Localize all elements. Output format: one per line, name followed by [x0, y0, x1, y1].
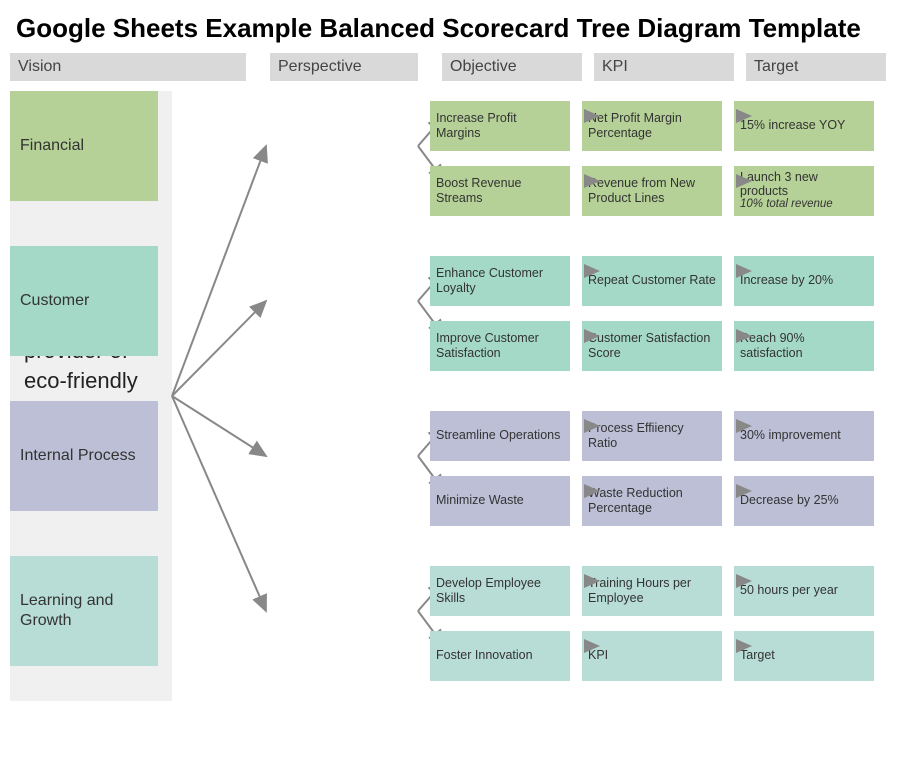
header-objective: Objective: [442, 53, 582, 81]
cell-text: Minimize Waste: [436, 493, 564, 507]
cell-text: Streamline Operations: [436, 428, 564, 442]
cell-text: KPI: [588, 648, 716, 662]
target-cell: 30% improvement: [734, 411, 874, 461]
kpi-cell: Training Hours per Employee: [582, 566, 722, 616]
scorecard-row: Minimize Waste Waste Reduction Percentag…: [430, 476, 874, 526]
header-target: Target: [746, 53, 886, 81]
cell-subtext: 10% total revenue: [740, 198, 868, 211]
diagram-body: To become the leading provider of eco-fr…: [0, 81, 898, 91]
target-cell: 15% increase YOY: [734, 101, 874, 151]
column-headers: Vision Perspective Objective KPI Target: [0, 53, 898, 81]
scorecard-row: Enhance Customer Loyalty Repeat Customer…: [430, 256, 874, 306]
objective-cell: Foster Innovation: [430, 631, 570, 681]
page-title: Google Sheets Example Balanced Scorecard…: [0, 0, 898, 53]
scorecard-row: Increase Profit Margins Net Profit Margi…: [430, 101, 874, 151]
target-cell: Reach 90% satisfaction: [734, 321, 874, 371]
target-cell: Increase by 20%: [734, 256, 874, 306]
cell-text: Develop Employee Skills: [436, 576, 564, 605]
scorecard-row: Boost Revenue Streams Revenue from New P…: [430, 166, 874, 216]
cell-text: 30% improvement: [740, 428, 868, 442]
cell-text: Reach 90% satisfaction: [740, 331, 868, 360]
perspective-financial: Financial: [10, 91, 158, 201]
scorecard-row: Streamline Operations Process Effiiency …: [430, 411, 874, 461]
kpi-cell: Process Effiiency Ratio: [582, 411, 722, 461]
target-cell: Decrease by 25%: [734, 476, 874, 526]
kpi-cell: Net Profit Margin Percentage: [582, 101, 722, 151]
scorecard-row: Foster Innovation KPI Target: [430, 631, 874, 681]
objective-cell: Boost Revenue Streams: [430, 166, 570, 216]
cell-text: Decrease by 25%: [740, 493, 868, 507]
cell-text: Process Effiiency Ratio: [588, 421, 716, 450]
cell-text: Waste Reduction Percentage: [588, 486, 716, 515]
scorecard-row: Improve Customer Satisfaction Customer S…: [430, 321, 874, 371]
perspective-label: Learning and Growth: [20, 591, 148, 629]
scorecard-row: Develop Employee Skills Training Hours p…: [430, 566, 874, 616]
cell-text: Foster Innovation: [436, 648, 564, 662]
perspective-label: Financial: [20, 136, 84, 155]
cell-text: Enhance Customer Loyalty: [436, 266, 564, 295]
objective-cell: Improve Customer Satisfaction: [430, 321, 570, 371]
objective-cell: Enhance Customer Loyalty: [430, 256, 570, 306]
kpi-cell: Revenue from New Product Lines: [582, 166, 722, 216]
objective-cell: Streamline Operations: [430, 411, 570, 461]
perspective-customer: Customer: [10, 246, 158, 356]
objective-cell: Minimize Waste: [430, 476, 570, 526]
cell-text: Training Hours per Employee: [588, 576, 716, 605]
cell-text: 50 hours per year: [740, 583, 868, 597]
cell-text: Net Profit Margin Percentage: [588, 111, 716, 140]
kpi-cell: Repeat Customer Rate: [582, 256, 722, 306]
cell-text: 15% increase YOY: [740, 118, 868, 132]
cell-text: Boost Revenue Streams: [436, 176, 564, 205]
target-cell: 50 hours per year: [734, 566, 874, 616]
cell-text: Increase Profit Margins: [436, 111, 564, 140]
cell-text: Increase by 20%: [740, 273, 868, 287]
cell-text: Target: [740, 648, 868, 662]
header-vision: Vision: [10, 53, 246, 81]
perspective-learning-growth: Learning and Growth: [10, 556, 158, 666]
perspective-internal-process: Internal Process: [10, 401, 158, 511]
cell-text: Customer Satisfaction Score: [588, 331, 716, 360]
cell-text: Launch 3 new products: [740, 170, 868, 199]
perspective-label: Internal Process: [20, 446, 136, 465]
kpi-cell: Waste Reduction Percentage: [582, 476, 722, 526]
kpi-cell: KPI: [582, 631, 722, 681]
cell-text: Repeat Customer Rate: [588, 273, 716, 287]
cell-text: Revenue from New Product Lines: [588, 176, 716, 205]
objective-cell: Develop Employee Skills: [430, 566, 570, 616]
perspective-label: Customer: [20, 291, 89, 310]
kpi-cell: Customer Satisfaction Score: [582, 321, 722, 371]
objective-cell: Increase Profit Margins: [430, 101, 570, 151]
header-kpi: KPI: [594, 53, 734, 81]
cell-text: Improve Customer Satisfaction: [436, 331, 564, 360]
target-cell: Target: [734, 631, 874, 681]
target-cell: Launch 3 new products 10% total revenue: [734, 166, 874, 216]
header-perspective: Perspective: [270, 53, 418, 81]
